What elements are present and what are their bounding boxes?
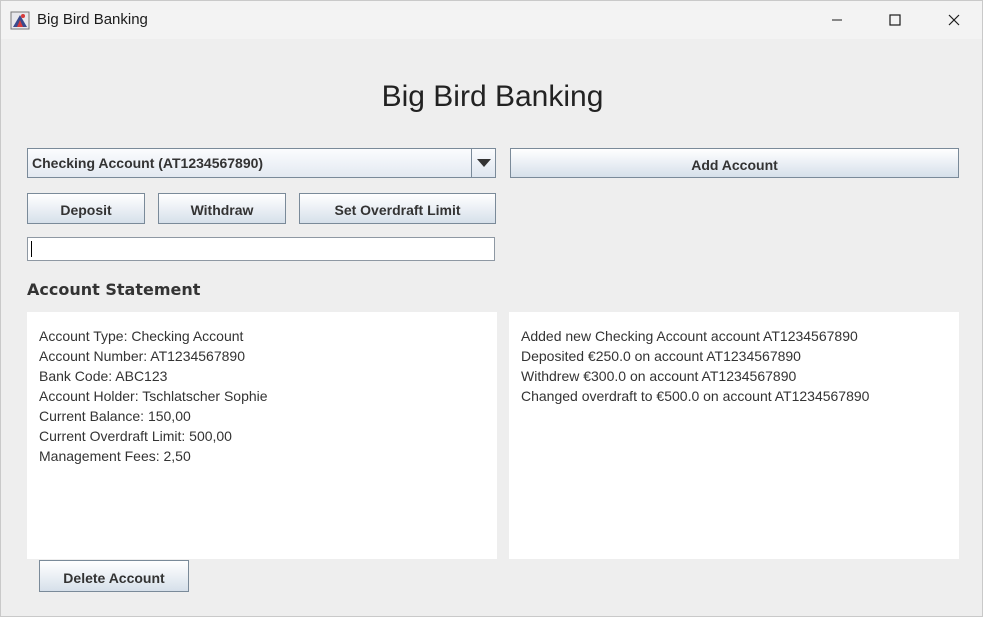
close-button[interactable] [925, 1, 983, 39]
account-details-panel[interactable]: Account Type: Checking Account Account N… [27, 312, 497, 559]
minimize-button[interactable] [808, 1, 866, 39]
account-type-line: Account Type: Checking Account [39, 328, 244, 344]
window-title: Big Bird Banking [37, 11, 148, 28]
app-window: Big Bird Banking Big Bird Banking Checki… [0, 0, 983, 617]
maximize-button[interactable] [866, 1, 924, 39]
title-bar[interactable]: Big Bird Banking [1, 1, 982, 39]
overdraft-limit-line: Current Overdraft Limit: 500,00 [39, 428, 232, 444]
account-number-line: Account Number: AT1234567890 [39, 348, 245, 364]
text-caret [31, 241, 32, 257]
page-title: Big Bird Banking [381, 80, 604, 113]
add-account-button[interactable]: Add Account [510, 148, 959, 178]
app-logo-icon [10, 10, 30, 30]
current-balance-line: Current Balance: 150,00 [39, 408, 191, 424]
close-icon [948, 14, 960, 26]
log-entry: Added new Checking Account account AT123… [521, 328, 858, 344]
delete-account-button[interactable]: Delete Account [39, 560, 189, 592]
deposit-button[interactable]: Deposit [27, 193, 145, 224]
maximize-icon [889, 14, 901, 26]
account-holder-line: Account Holder: Tschlatscher Sophie [39, 388, 268, 404]
log-entry: Deposited €250.0 on account AT1234567890 [521, 348, 801, 364]
dropdown-arrow-icon[interactable] [471, 149, 495, 177]
log-entry: Changed overdraft to €500.0 on account A… [521, 388, 870, 404]
amount-input[interactable] [27, 237, 495, 261]
account-selector-value: Checking Account (AT1234567890) [32, 155, 264, 171]
set-overdraft-limit-button[interactable]: Set Overdraft Limit [299, 193, 496, 224]
account-selector[interactable]: Checking Account (AT1234567890) [27, 148, 496, 178]
management-fees-line: Management Fees: 2,50 [39, 448, 191, 464]
transaction-log-panel[interactable]: Added new Checking Account account AT123… [509, 312, 959, 559]
bank-code-line: Bank Code: ABC123 [39, 368, 168, 384]
log-entry: Withdrew €300.0 on account AT1234567890 [521, 368, 797, 384]
minimize-icon [831, 14, 843, 26]
account-statement-label: Account Statement [27, 280, 201, 299]
withdraw-button[interactable]: Withdraw [158, 193, 286, 224]
